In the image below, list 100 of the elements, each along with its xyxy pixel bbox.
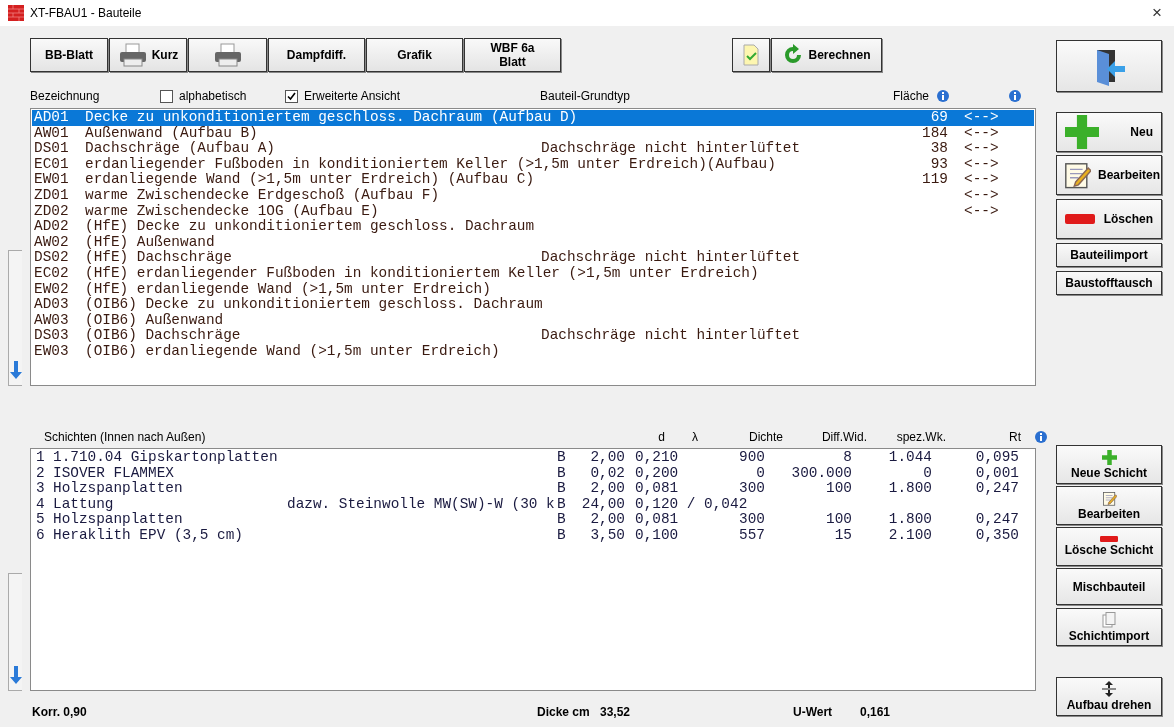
infill-cell-text: dazw. Steinwolle MW(SW)-W (30 k bbox=[287, 496, 556, 513]
delete-layer-button[interactable]: Lösche Schicht bbox=[1056, 527, 1162, 566]
list-row[interactable]: AD01 Decke zu unkonditioniertem geschloss. Dachraum (Aufbau D) 69 <--> bbox=[32, 110, 1034, 126]
new-layer-button[interactable]: Neue Schicht bbox=[1056, 445, 1162, 484]
name-cell-text: (OIB6) Außenwand bbox=[85, 312, 225, 328]
edit-button[interactable]: Bearbeiten bbox=[1056, 155, 1162, 195]
mark-cell-text: B bbox=[557, 481, 567, 497]
resistance-cell-text: 0,350 bbox=[974, 527, 1019, 544]
code-cell-text: AW03 bbox=[33, 312, 70, 329]
import-button[interactable]: Schichtimport bbox=[1056, 608, 1162, 646]
lambda-cell-text: 0,120 / 0,042 bbox=[635, 496, 749, 513]
name-cell-text: (HfE) Decke zu unkonditioniertem geschloss. Dachraum bbox=[85, 219, 536, 235]
check-document-button[interactable] bbox=[732, 38, 770, 72]
info-icon bbox=[937, 90, 950, 102]
code-cell-text: ZD02 bbox=[33, 203, 70, 220]
code-cell-text: ZD01 bbox=[33, 187, 70, 204]
flip-arrows-icon bbox=[1102, 681, 1116, 697]
name-cell-text: 1.710.04 Gipskartonplatten bbox=[53, 450, 279, 466]
area-cell-text: 69 bbox=[929, 110, 948, 126]
name-cell-text: warme Zwischendecke Erdgeschoß (Aufbau F) bbox=[85, 187, 441, 204]
plus-icon bbox=[1101, 449, 1117, 465]
list-row[interactable]: EW01 erdanliegende Wand (>1,5m unter Erdreich) (Aufbau C) 119 <--> bbox=[32, 172, 1034, 188]
heat-capacity-cell-text: 2.100 bbox=[887, 527, 932, 544]
side-button[interactable]: Bauteilimport bbox=[1056, 243, 1162, 267]
link-cell-text: <--> bbox=[964, 156, 1000, 173]
list-row[interactable]: ZD02 warme Zwischendecke 1OG (Aufbau E) <--> bbox=[32, 203, 1034, 220]
diffusion-cell-text: 300.000 bbox=[790, 465, 852, 482]
lambda-cell-text: 0,210 bbox=[635, 450, 680, 466]
link-cell-text: <--> bbox=[964, 203, 1000, 220]
new-button[interactable]: Neu bbox=[1056, 112, 1162, 152]
column-header: Bezeichnung bbox=[30, 89, 101, 103]
link-cell-text: <--> bbox=[964, 110, 1000, 126]
flip-button[interactable]: Aufbau drehen bbox=[1056, 677, 1162, 716]
mark-cell-text: B bbox=[557, 465, 567, 482]
scroll-strip[interactable] bbox=[8, 250, 22, 386]
option-checkbox[interactable]: alphabetisch bbox=[160, 89, 285, 103]
name-cell-text: Außenwand (Aufbau B) bbox=[85, 125, 259, 141]
list-row[interactable]: DS03 (OIB6) Dachschräge Dachschräge nicht hinterlüftet bbox=[32, 328, 1034, 344]
window-title: XT-FBAU1 - Bauteile bbox=[30, 6, 143, 20]
toolbar-button[interactable]: Grafik bbox=[366, 38, 463, 72]
list-row[interactable]: AW02 (HfE) Außenwand bbox=[32, 234, 1034, 251]
diffusion-cell-text: 15 bbox=[833, 527, 852, 544]
thickness-value: 33,52 bbox=[600, 705, 632, 719]
down-arrow-icon bbox=[9, 666, 22, 684]
scroll-strip[interactable] bbox=[8, 573, 22, 691]
area-cell-text: 119 bbox=[921, 172, 948, 188]
code-cell-text: EW02 bbox=[33, 281, 70, 298]
print-button[interactable] bbox=[188, 38, 267, 72]
toolbar-button[interactable]: WBF 6a Blatt bbox=[464, 38, 561, 72]
code-cell-text: DS01 bbox=[33, 141, 70, 157]
list-row[interactable]: DS01 Dachschräge (Aufbau A) Dachschräge nicht hinterlüftet 38 <--> bbox=[32, 141, 1034, 157]
side-button[interactable]: Baustofftausch bbox=[1056, 271, 1162, 295]
list-row[interactable]: EC02 (HfE) erdanliegender Fußboden in konditioniertem Keller (>1,5m unter Erdreich) bbox=[32, 265, 1034, 282]
number-cell-text: 6 bbox=[36, 527, 46, 544]
code-cell-text: AD02 bbox=[33, 219, 70, 235]
list-row[interactable]: EC01 erdanliegender Fußboden in konditioniertem Keller (>1,5m unter Erdreich)(Aufbau) 93 <--> bbox=[32, 156, 1034, 173]
option-checkbox[interactable]: Erweiterte Ansicht bbox=[285, 89, 540, 103]
column-header: spez.Wk. bbox=[895, 429, 946, 444]
close-button[interactable]: × bbox=[1152, 3, 1166, 23]
edit-button[interactable]: Bearbeiten bbox=[1056, 486, 1162, 525]
list-row[interactable]: AD03 (OIB6) Decke zu unkonditioniertem geschloss. Dachraum bbox=[32, 297, 1034, 313]
area-cell-text: 93 bbox=[929, 156, 948, 173]
code-cell-text: EC02 bbox=[33, 265, 70, 282]
code-cell-text: AD03 bbox=[33, 297, 70, 313]
list-row[interactable]: DS02 (HfE) Dachschräge Dachschräge nicht hinterlüftet bbox=[32, 250, 1034, 266]
exit-button[interactable] bbox=[1056, 40, 1162, 92]
toolbar-button[interactable]: BB-Blatt bbox=[30, 38, 108, 72]
u-value: 0,161 bbox=[860, 705, 891, 719]
side-button[interactable]: Mischbauteil bbox=[1056, 568, 1162, 605]
toolbar-button[interactable]: Dampfdiff. bbox=[268, 38, 365, 72]
list-row[interactable]: EW02 (HfE) erdanliegende Wand (>1,5m unter Erdreich) bbox=[32, 281, 1034, 298]
link-cell-text: <--> bbox=[964, 187, 1000, 204]
code-cell-text: AW02 bbox=[33, 234, 70, 251]
thickness-cell-text: 3,50 bbox=[589, 527, 625, 544]
section-title: Schichten (Innen nach Außen) bbox=[44, 429, 207, 444]
heat-capacity-cell-text: 1.800 bbox=[887, 512, 932, 528]
notepad-icon bbox=[1063, 161, 1091, 189]
list-row[interactable]: AD02 (HfE) Decke zu unkonditioniertem geschloss. Dachraum bbox=[32, 219, 1034, 235]
name-cell-text: Holzspanplatten bbox=[53, 512, 184, 528]
list-row[interactable]: AW03 (OIB6) Außenwand bbox=[32, 312, 1034, 329]
thickness-label: Dicke cm bbox=[537, 705, 591, 719]
name-cell-text: Heraklith EPV (3,5 cm) bbox=[53, 527, 244, 544]
code-cell-text: DS03 bbox=[33, 328, 70, 344]
correction-value: Korr. 0,90 bbox=[32, 705, 88, 719]
delete-button[interactable]: Löschen bbox=[1056, 199, 1162, 239]
thickness-cell-text: 2,00 bbox=[589, 450, 625, 466]
name-cell-text: (HfE) Dachschräge bbox=[85, 250, 233, 266]
name-cell-text: Lattung bbox=[53, 496, 115, 512]
name-cell-text: (OIB6) Dachschräge bbox=[85, 328, 242, 344]
name-cell-text: (HfE) Außenwand bbox=[85, 234, 216, 250]
number-cell-text: 4 bbox=[36, 496, 46, 513]
list-row[interactable]: EW03 (OIB6) erdanliegende Wand (>1,5m unter Erdreich) bbox=[32, 343, 1034, 360]
list-row[interactable]: ZD01 warme Zwischendecke Erdgeschoß (Aufbau F) <--> bbox=[32, 187, 1034, 204]
diffusion-cell-text: 100 bbox=[825, 481, 852, 497]
list-row[interactable]: AW01 Außenwand (Aufbau B) 184 <--> bbox=[32, 125, 1034, 142]
name-cell-text: warme Zwischendecke 1OG (Aufbau E) bbox=[85, 203, 380, 219]
calculate-button[interactable]: Berechnen bbox=[771, 38, 882, 72]
print-short-button[interactable]: Kurz bbox=[109, 38, 187, 72]
brick-wall-icon bbox=[8, 5, 24, 21]
area-cell-text: 184 bbox=[921, 125, 948, 142]
